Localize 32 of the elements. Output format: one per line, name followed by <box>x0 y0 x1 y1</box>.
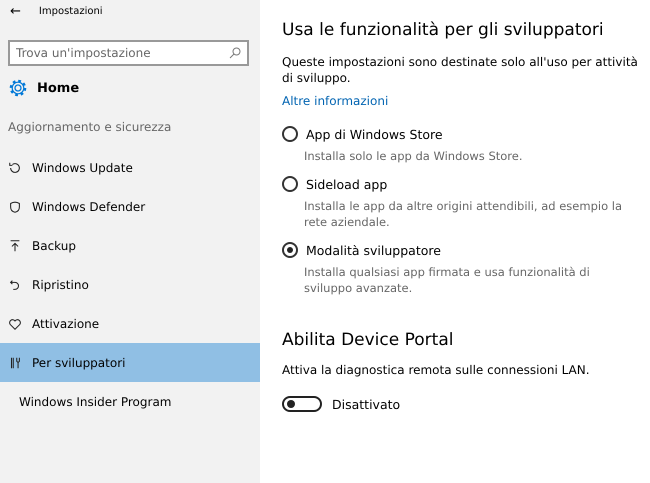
nav-item[interactable]: Backup <box>0 226 260 265</box>
page-heading: Usa le funzionalità per gli sviluppatori <box>282 20 605 40</box>
refresh-icon <box>8 160 22 174</box>
tools-icon <box>8 356 22 370</box>
nav-item[interactable]: Windows Insider Program <box>0 382 260 421</box>
radio-option[interactable]: Modalità sviluppatore <box>282 242 441 258</box>
section-heading: Aggiornamento e sicurezza <box>8 120 172 136</box>
home-link[interactable]: Home <box>8 74 80 102</box>
option-description: Installa qualsiasi app firmata e usa funzionalità di sviluppo avanzate. <box>304 264 591 296</box>
radio-option[interactable]: Sideload app <box>282 176 388 192</box>
toggle-switch[interactable]: Disattivato <box>282 396 400 412</box>
nav-item[interactable]: Per sviluppatori <box>0 343 260 382</box>
nav-item[interactable]: Windows Defender <box>0 187 260 226</box>
shield-icon <box>8 200 22 214</box>
upload-icon <box>8 238 22 252</box>
heart-icon <box>8 316 22 330</box>
window-title: Impostazioni <box>38 6 103 16</box>
option-description: Installa le app da altre origini attendibili, ad esempio la rete aziendale. <box>304 198 623 230</box>
description: Attiva la diagnostica remota sulle connessioni LAN. <box>282 362 591 378</box>
nav-item[interactable]: Attivazione <box>0 304 260 343</box>
radio-option[interactable]: App di Windows Store <box>282 126 443 142</box>
section-heading: Abilita Device Portal <box>282 330 454 350</box>
search-icon <box>229 47 241 59</box>
nav-item[interactable]: Ripristino <box>0 265 260 304</box>
undo-icon <box>8 278 22 292</box>
search-field[interactable]: Trova un'impostazione <box>8 40 249 66</box>
gear-icon <box>8 78 28 98</box>
option-description: Installa solo le app da Windows Store. <box>304 148 524 164</box>
nav-item[interactable]: Windows Update <box>0 148 260 187</box>
description: Queste impostazioni sono destinate solo all'uso per attività di sviluppo. <box>282 54 639 86</box>
back-button[interactable]: ← <box>10 4 21 18</box>
more-info-link[interactable]: Altre informazioni <box>282 94 388 108</box>
